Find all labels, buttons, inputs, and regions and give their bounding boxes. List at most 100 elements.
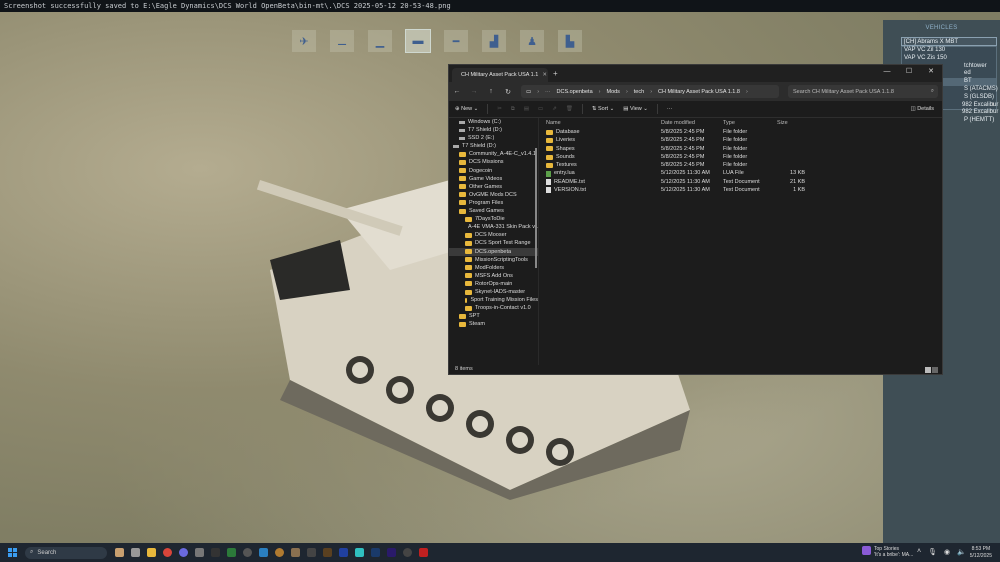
breadcrumb-item[interactable]: CH Military Asset Pack USA 1.1.8 — [658, 89, 740, 95]
clock[interactable]: 8:53 PM 5/12/2025 — [970, 546, 992, 559]
tree-item[interactable]: Other Games — [449, 183, 538, 191]
app-icon[interactable] — [339, 548, 348, 557]
tree-item[interactable]: DCS.openbeta — [449, 247, 538, 256]
tree-item[interactable]: DCS Sport Test Range — [449, 239, 538, 247]
file-row[interactable]: Textures 5/8/2025 2:45 PM File folder — [539, 161, 942, 169]
file-explorer-icon[interactable] — [147, 548, 156, 557]
view-button[interactable]: ▤ View ⌄ — [623, 106, 648, 112]
discord-icon[interactable] — [179, 548, 188, 557]
tank-icon[interactable]: ▬ — [405, 29, 431, 53]
volume-icon[interactable]: 🔈 — [957, 548, 966, 556]
app-icon[interactable] — [291, 548, 300, 557]
tree-item[interactable]: DCS Missions — [449, 158, 538, 166]
scrollbar[interactable] — [535, 148, 537, 268]
close-button[interactable]: ✕ — [920, 65, 942, 79]
widgets-icon[interactable] — [115, 548, 124, 557]
address-bar[interactable]: ▭ › ··· DCS.openbeta › Mods › tech › CH Milit… — [521, 85, 779, 98]
tree-item[interactable]: Dogecoin — [449, 167, 538, 175]
windows-start-icon[interactable] — [8, 548, 17, 557]
breadcrumb-item[interactable]: DCS.openbeta — [557, 89, 593, 95]
app-icon[interactable] — [227, 548, 236, 557]
vehicle-item[interactable]: VAP VC Zil 130 — [902, 47, 996, 55]
tree-item[interactable]: ModFolders — [449, 264, 538, 272]
cut-icon[interactable]: ✂ — [497, 106, 502, 112]
tree-item[interactable]: MSFS Add Ons — [449, 272, 538, 280]
tree-item[interactable]: T7 Shield (D:) — [449, 126, 538, 134]
file-row[interactable]: Database 5/8/2025 2:45 PM File folder — [539, 128, 942, 136]
maximize-button[interactable]: ☐ — [898, 65, 920, 79]
tree-item[interactable]: T7 Shield (D:) — [449, 142, 538, 150]
list-scroll-arrows[interactable]: ⇕ — [991, 102, 995, 108]
lightroom-icon[interactable] — [371, 548, 380, 557]
search-input[interactable]: Search CH Military Asset Pack USA 1.1.8 ⌕ — [788, 85, 938, 98]
structure-icon[interactable]: ▙ — [558, 30, 582, 52]
column-type[interactable]: Type — [723, 118, 777, 128]
tree-item[interactable]: Sport Training Mission Files — [449, 296, 538, 304]
column-size[interactable]: Size — [777, 118, 809, 128]
delete-icon[interactable]: 🗑 — [566, 106, 573, 112]
steam-icon[interactable] — [259, 548, 268, 557]
column-date[interactable]: Date modified — [661, 118, 723, 128]
breadcrumb-item[interactable]: tech — [634, 89, 644, 95]
copy-icon[interactable]: ⧉ — [511, 106, 515, 113]
minimize-button[interactable]: — — [876, 65, 898, 79]
app-icon[interactable] — [307, 548, 316, 557]
explorer-tab[interactable]: CH Military Asset Pack USA 1.1 ✕ — [452, 68, 548, 82]
tree-item[interactable]: MissionScriptingTools — [449, 256, 538, 264]
acrobat-icon[interactable] — [419, 548, 428, 557]
breadcrumb-item[interactable]: Mods — [606, 89, 619, 95]
file-row[interactable]: Sounds 5/8/2025 2:45 PM File folder — [539, 153, 942, 161]
sort-button[interactable]: ⇅ Sort ⌄ — [592, 106, 614, 112]
artillery-icon[interactable]: ▟ — [482, 30, 506, 52]
share-icon[interactable]: ⇗ — [552, 106, 557, 112]
tree-item[interactable]: SPT — [449, 312, 538, 320]
tree-item[interactable]: SSD 2 (E:) — [449, 134, 538, 142]
rename-icon[interactable]: ▭ — [538, 106, 543, 112]
app-icon[interactable] — [195, 548, 204, 557]
airplane-icon[interactable]: ✈ — [292, 30, 316, 52]
chrome-icon[interactable] — [163, 548, 172, 557]
tree-item[interactable]: Steam — [449, 320, 538, 328]
chevron-up-icon[interactable]: ˄ — [917, 548, 921, 556]
tree-item[interactable]: A-4E VMA-331 Skin Pack v1 — [449, 223, 538, 231]
up-button[interactable]: ↑ — [487, 88, 495, 95]
paste-icon[interactable]: ▤ — [524, 106, 529, 112]
app-icon[interactable] — [355, 548, 364, 557]
mic-icon[interactable]: 🎙 — [928, 548, 937, 556]
close-tab-icon[interactable]: ✕ — [542, 72, 547, 78]
back-button[interactable]: ← — [453, 88, 461, 95]
tiles-view-icon[interactable] — [932, 367, 938, 373]
app-icon[interactable] — [243, 548, 252, 557]
tree-item[interactable]: DCS Mooser — [449, 231, 538, 239]
tree-item[interactable]: Troops-in-Contact v1.0 — [449, 304, 538, 312]
file-row[interactable]: VERSION.txt 5/12/2025 11:30 AM Text Docu… — [539, 186, 942, 194]
tree-item[interactable]: Saved Games — [449, 207, 538, 215]
tree-item[interactable]: OvGME Mods DCS — [449, 191, 538, 199]
app-icon[interactable] — [211, 548, 220, 557]
app-icon[interactable] — [323, 548, 332, 557]
premiere-icon[interactable] — [387, 548, 396, 557]
infantry-icon[interactable]: ♟ — [520, 30, 544, 52]
helicopter-icon[interactable]: ⚊ — [330, 30, 354, 52]
more-button[interactable]: ··· — [667, 106, 673, 112]
new-button[interactable]: ⊕ New ⌄ — [455, 106, 478, 112]
tree-item[interactable]: RotorOps-main — [449, 280, 538, 288]
details-button[interactable]: ◫ Details — [910, 106, 934, 112]
tree-item[interactable]: Windows (C:) — [449, 118, 538, 126]
file-row[interactable]: README.txt 5/12/2025 11:30 AM Text Docum… — [539, 178, 942, 186]
app-icon[interactable] — [403, 548, 412, 557]
taskbar-search[interactable]: ⌕ Search — [25, 546, 107, 559]
app-icon[interactable] — [275, 548, 284, 557]
file-row[interactable]: Liveries 5/8/2025 2:45 PM File folder — [539, 136, 942, 144]
ship-icon[interactable]: ▁ — [368, 30, 392, 52]
tree-item[interactable]: Game Videos — [449, 175, 538, 183]
tree-item[interactable]: Program Files — [449, 199, 538, 207]
forward-button[interactable]: → — [470, 88, 478, 95]
vehicle-dropdown[interactable]: [CH] Abrams X MBT — [901, 37, 997, 46]
file-row[interactable]: entry.lua 5/12/2025 11:30 AM LUA File 13… — [539, 169, 942, 177]
train-icon[interactable]: ━ — [444, 30, 468, 52]
new-tab-button[interactable]: + — [553, 69, 558, 78]
tree-item[interactable]: 7DaysToDie — [449, 215, 538, 223]
file-row[interactable]: Shapes 5/8/2025 2:45 PM File folder — [539, 145, 942, 153]
wifi-icon[interactable]: ◉ — [944, 548, 950, 556]
